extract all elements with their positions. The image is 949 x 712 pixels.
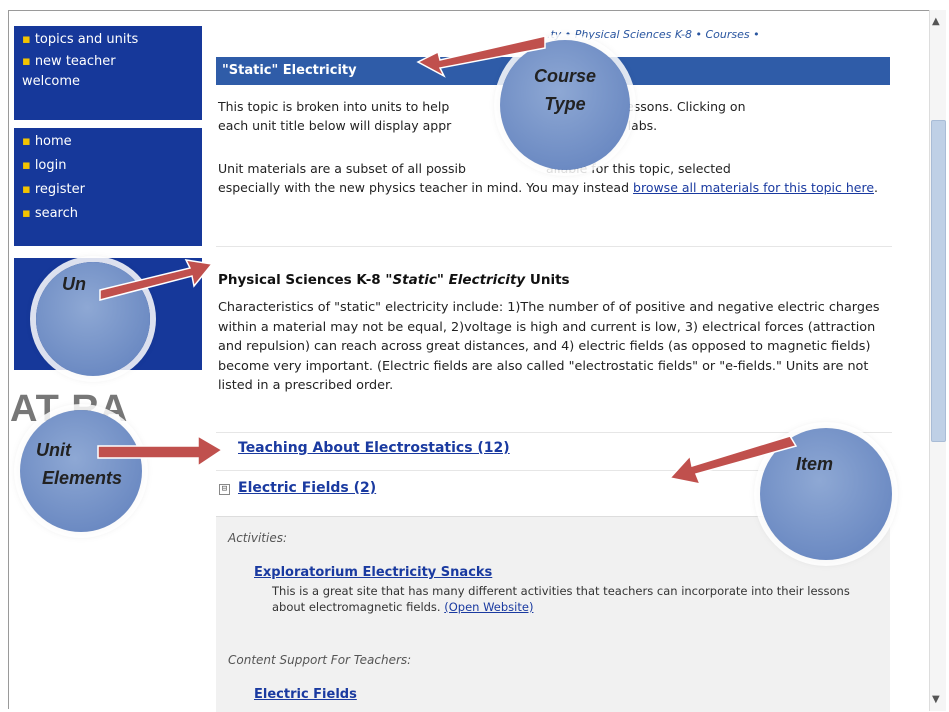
- arrow-course-type: [416, 35, 546, 78]
- annotation-arrows: [97, 35, 798, 486]
- arrow-unit-elements: [97, 434, 224, 468]
- arrow-item: [668, 435, 798, 486]
- arrow-unit: [99, 259, 214, 301]
